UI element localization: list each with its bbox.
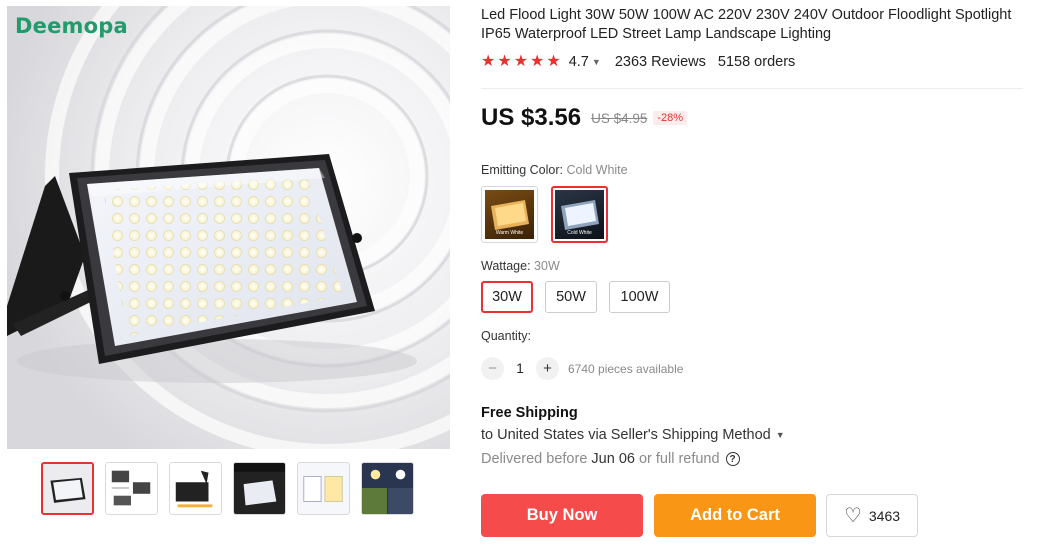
star-icon: ★ bbox=[530, 53, 545, 70]
thumbnail-3[interactable] bbox=[169, 462, 222, 515]
wattage-option-30w[interactable]: 30W bbox=[481, 281, 533, 313]
wattage-option-100w[interactable]: 100W bbox=[609, 281, 670, 313]
thumbnail-6[interactable] bbox=[361, 462, 414, 515]
current-price: US $3.56 bbox=[481, 104, 582, 131]
thumbnail-strip bbox=[41, 462, 414, 515]
orders-count: 5158 orders bbox=[717, 54, 796, 70]
rating-value[interactable]: 4.7 bbox=[569, 54, 589, 70]
color-option-label: Warm White bbox=[495, 230, 524, 236]
chevron-down-icon[interactable]: ▼ bbox=[776, 430, 785, 440]
wattage-selected: 30W bbox=[534, 259, 560, 273]
quantity-decrease-button[interactable]: − bbox=[481, 357, 504, 380]
wattage-label: Wattage: 30W bbox=[481, 259, 560, 273]
thumbnail-1[interactable] bbox=[41, 462, 94, 515]
emitting-color-label: Emitting Color: Cold White bbox=[481, 163, 628, 177]
delivered-date: Jun 06 bbox=[591, 451, 635, 467]
wattage-option-50w[interactable]: 50W bbox=[545, 281, 597, 313]
quantity-available: 6740 pieces available bbox=[568, 361, 684, 376]
quantity-label: Quantity: bbox=[481, 329, 532, 343]
brand-logo: Deemopa bbox=[15, 14, 128, 38]
shipping-title: Free Shipping bbox=[481, 405, 578, 421]
main-product-image[interactable]: Deemopa bbox=[7, 6, 450, 449]
chevron-down-icon[interactable]: ▼ bbox=[592, 57, 601, 67]
color-option-label: Cold White bbox=[567, 230, 592, 236]
wishlist-button[interactable]: ♡ 3463 bbox=[826, 494, 918, 537]
price-row: US $3.56 US $4.95 -28% bbox=[481, 104, 688, 132]
heart-icon: ♡ bbox=[843, 504, 862, 527]
add-to-cart-button[interactable]: Add to Cart bbox=[654, 494, 816, 537]
quantity-increase-button[interactable]: + bbox=[536, 357, 559, 380]
star-icon: ★ bbox=[513, 53, 529, 70]
quantity-stepper: − 1 + 6740 pieces available bbox=[481, 357, 683, 380]
delivered-suffix: or full refund bbox=[638, 451, 720, 467]
rating-stars: ★ ★ ★ ★ ★ bbox=[481, 54, 561, 70]
thumbnail-4[interactable] bbox=[233, 462, 286, 515]
shipping-method-selector[interactable]: to United States via Seller's Shipping M… bbox=[481, 427, 785, 443]
floodlight-illustration bbox=[7, 6, 450, 449]
delivered-prefix: Delivered before bbox=[481, 451, 588, 467]
star-icon: ★ bbox=[481, 53, 496, 70]
quantity-input[interactable]: 1 bbox=[504, 361, 536, 376]
reviews-link[interactable]: 2363 Reviews bbox=[615, 54, 706, 70]
original-price: US $4.95 bbox=[591, 110, 648, 126]
discount-badge: -28% bbox=[653, 111, 688, 125]
shipping-method-text[interactable]: to United States via Seller's Shipping M… bbox=[481, 427, 771, 443]
divider bbox=[481, 88, 1023, 89]
thumbnail-2[interactable] bbox=[105, 462, 158, 515]
wattage-title: Wattage: bbox=[481, 259, 531, 273]
wishlist-count: 3463 bbox=[868, 507, 901, 524]
product-title: Led Flood Light 30W 50W 100W AC 220V 230… bbox=[481, 7, 1012, 42]
emitting-color-selected: Cold White bbox=[566, 163, 628, 177]
delivery-estimate: Delivered before Jun 06 or full refund ? bbox=[481, 451, 740, 467]
color-option-cold-white[interactable]: Cold White bbox=[551, 186, 608, 243]
star-icon: ★ bbox=[497, 53, 512, 70]
rating-row: ★ ★ ★ ★ ★ 4.7 ▼ 2363 Reviews 5158 orders bbox=[481, 54, 796, 71]
emitting-color-title: Emitting Color: bbox=[481, 163, 563, 177]
buy-now-button[interactable]: Buy Now bbox=[481, 494, 643, 537]
star-icon: ★ bbox=[546, 53, 561, 70]
thumbnail-5[interactable] bbox=[297, 462, 350, 515]
color-option-warm-white[interactable]: Warm White bbox=[481, 186, 538, 243]
help-icon[interactable]: ? bbox=[725, 452, 740, 466]
